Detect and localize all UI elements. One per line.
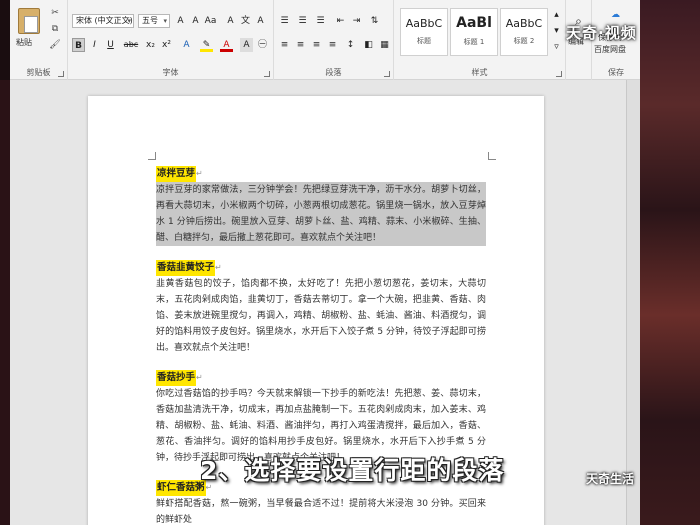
clipboard-launcher-icon[interactable]	[58, 71, 64, 77]
save-group-label: 保存	[608, 68, 624, 77]
numbering-icon[interactable]: ☰	[296, 14, 309, 28]
increase-indent-icon[interactable]: ⇥	[350, 14, 363, 28]
section-heading: 香菇抄手	[156, 370, 197, 386]
format-painter-icon[interactable]: 🖌	[48, 40, 62, 52]
shading-icon[interactable]: ◧	[362, 38, 375, 52]
styles-group: AaBbC 标题 AaBl 标题 1 AaBbC 标题 2 ▴ ▾ ▿ 样式	[394, 0, 566, 80]
multilevel-list-icon[interactable]: ☰	[314, 14, 327, 28]
highlight-color-icon[interactable]: ✎	[200, 38, 213, 52]
justify-icon[interactable]: ≡	[326, 38, 339, 52]
section-cold-bean-sprouts[interactable]: 凉拌豆芽↵ 凉拌豆芽的家常做法，三分钟学会！先把绿豆芽洗干净，沥干水分。胡萝卜切…	[156, 166, 486, 246]
video-watermark-logo: 天奇·视频	[566, 24, 637, 42]
font-launcher-icon[interactable]	[264, 71, 270, 77]
sort-icon[interactable]: ⇅	[368, 14, 381, 28]
chevron-down-icon: ▾	[127, 17, 131, 25]
section-mushroom-dumplings[interactable]: 香菇韭黄饺子↵ 韭黄香菇包的饺子，馅肉都不换，太好吃了！先把小葱切葱花，姜切末，…	[156, 260, 486, 356]
align-center-icon[interactable]: ≡	[294, 38, 307, 52]
paragraph-mark-icon: ↵	[196, 373, 203, 382]
section-body[interactable]: 韭黄香菇包的饺子，馅肉都不换，太好吃了！先把小葱切葱花，姜切末，大蒜切末，五花肉…	[156, 276, 486, 356]
font-size-select[interactable]: 五号 ▾	[138, 14, 170, 28]
style-scroll-up-icon[interactable]: ▴	[550, 8, 563, 22]
decrease-indent-icon[interactable]: ⇤	[334, 14, 347, 28]
style-name: 标题	[417, 37, 431, 45]
superscript-button[interactable]: x²	[160, 38, 173, 52]
style-heading-2[interactable]: AaBbC 标题 2	[500, 8, 548, 56]
style-scroll-down-icon[interactable]: ▾	[550, 24, 563, 38]
brand-watermark: 天奇生活	[586, 472, 635, 486]
paragraph-mark-icon: ↵	[215, 263, 222, 272]
clear-format-icon[interactable]: A	[224, 14, 237, 28]
text-effects-icon[interactable]: A	[180, 38, 193, 52]
ribbon: 粘贴 ✂ ⧉ 🖌 剪贴板 宋体 (中文正文) ▾ 五号 ▾ A A Aa A 文…	[10, 0, 640, 80]
margin-corner-top-left	[148, 152, 156, 160]
paste-icon[interactable]	[18, 8, 40, 34]
cloud-save-icon[interactable]: ☁	[609, 8, 622, 22]
underline-button[interactable]: U	[104, 38, 117, 52]
chevron-down-icon: ▾	[163, 17, 167, 25]
background-artwork-left	[0, 80, 10, 525]
section-heading: 凉拌豆芽	[156, 166, 197, 182]
style-heading-1[interactable]: AaBl 标题 1	[450, 8, 498, 56]
copy-icon[interactable]: ⧉	[48, 24, 62, 36]
borders-icon[interactable]: ▦	[378, 38, 391, 52]
section-heading: 虾仁香菇粥	[156, 480, 206, 496]
styles-launcher-icon[interactable]	[556, 71, 562, 77]
clipboard-group: 粘贴 ✂ ⧉ 🖌 剪贴板	[10, 0, 68, 80]
style-title[interactable]: AaBbC 标题	[400, 8, 448, 56]
shrink-font-icon[interactable]: A	[189, 14, 202, 28]
paste-button-label[interactable]: 粘贴	[16, 37, 32, 48]
paragraph-group-label: 段落	[325, 68, 342, 77]
italic-button[interactable]: I	[88, 38, 101, 52]
grow-font-icon[interactable]: A	[174, 14, 187, 28]
paragraph-launcher-icon[interactable]	[384, 71, 390, 77]
section-heading: 香菇韭黄饺子	[156, 260, 216, 276]
bullets-icon[interactable]: ☰	[278, 14, 291, 28]
char-shading-icon[interactable]: A	[240, 38, 253, 52]
font-name-select[interactable]: 宋体 (中文正文) ▾	[72, 14, 134, 28]
phonetic-icon[interactable]: 文	[239, 14, 252, 28]
screen: 粘贴 ✂ ⧉ 🖌 剪贴板 宋体 (中文正文) ▾ 五号 ▾ A A Aa A 文…	[0, 0, 700, 525]
paragraph-group: ☰ ☰ ☰ ⇤ ⇥ ⇅ ≡ ≡ ≡ ≡ ↕ ◧ ▦ 段落	[274, 0, 394, 80]
font-size-value: 五号	[142, 16, 158, 25]
style-sample: AaBbC	[505, 17, 543, 30]
bold-button[interactable]: B	[72, 38, 85, 52]
vertical-scrollbar[interactable]	[626, 80, 640, 525]
cut-icon[interactable]: ✂	[48, 8, 62, 20]
align-left-icon[interactable]: ≡	[278, 38, 291, 52]
strikethrough-button[interactable]: abc	[122, 38, 140, 52]
style-name: 标题 2	[513, 37, 535, 45]
font-name-value: 宋体 (中文正文)	[76, 16, 133, 25]
video-subtitle: 2、选择要设置行距的段落	[200, 456, 505, 485]
baidu-netdisk-label[interactable]: 百度网盘	[594, 44, 626, 55]
style-sample: AaBbC	[405, 17, 443, 30]
font-color-icon[interactable]: A	[220, 38, 233, 52]
font-group-label: 字体	[162, 68, 179, 77]
style-more-icon[interactable]: ▿	[550, 40, 563, 54]
style-sample: AaBl	[456, 15, 492, 31]
section-body-selected[interactable]: 凉拌豆芽的家常做法，三分钟学会！先把绿豆芽洗干净，沥干水分。胡萝卜切丝，再看大蒜…	[156, 182, 486, 246]
subscript-button[interactable]: x₂	[144, 38, 157, 52]
styles-group-label: 样式	[471, 68, 488, 77]
enclose-char-icon[interactable]: ㊀	[256, 38, 269, 52]
align-right-icon[interactable]: ≡	[310, 38, 323, 52]
char-border-icon[interactable]: A	[254, 14, 267, 28]
style-name: 标题 1	[463, 38, 485, 46]
font-group: 宋体 (中文正文) ▾ 五号 ▾ A A Aa A 文 A B I U abc …	[68, 0, 274, 80]
margin-corner-top-right	[488, 152, 496, 160]
line-spacing-icon[interactable]: ↕	[344, 38, 357, 52]
background-artwork-right	[640, 0, 700, 525]
section-body[interactable]: 鲜虾搭配香菇，熬一碗粥，当早餐最合适不过！提前将大米浸泡 30 分钟。买回来的鲜…	[156, 496, 486, 525]
paragraph-mark-icon: ↵	[196, 169, 203, 178]
change-case-icon[interactable]: Aa	[204, 14, 217, 28]
